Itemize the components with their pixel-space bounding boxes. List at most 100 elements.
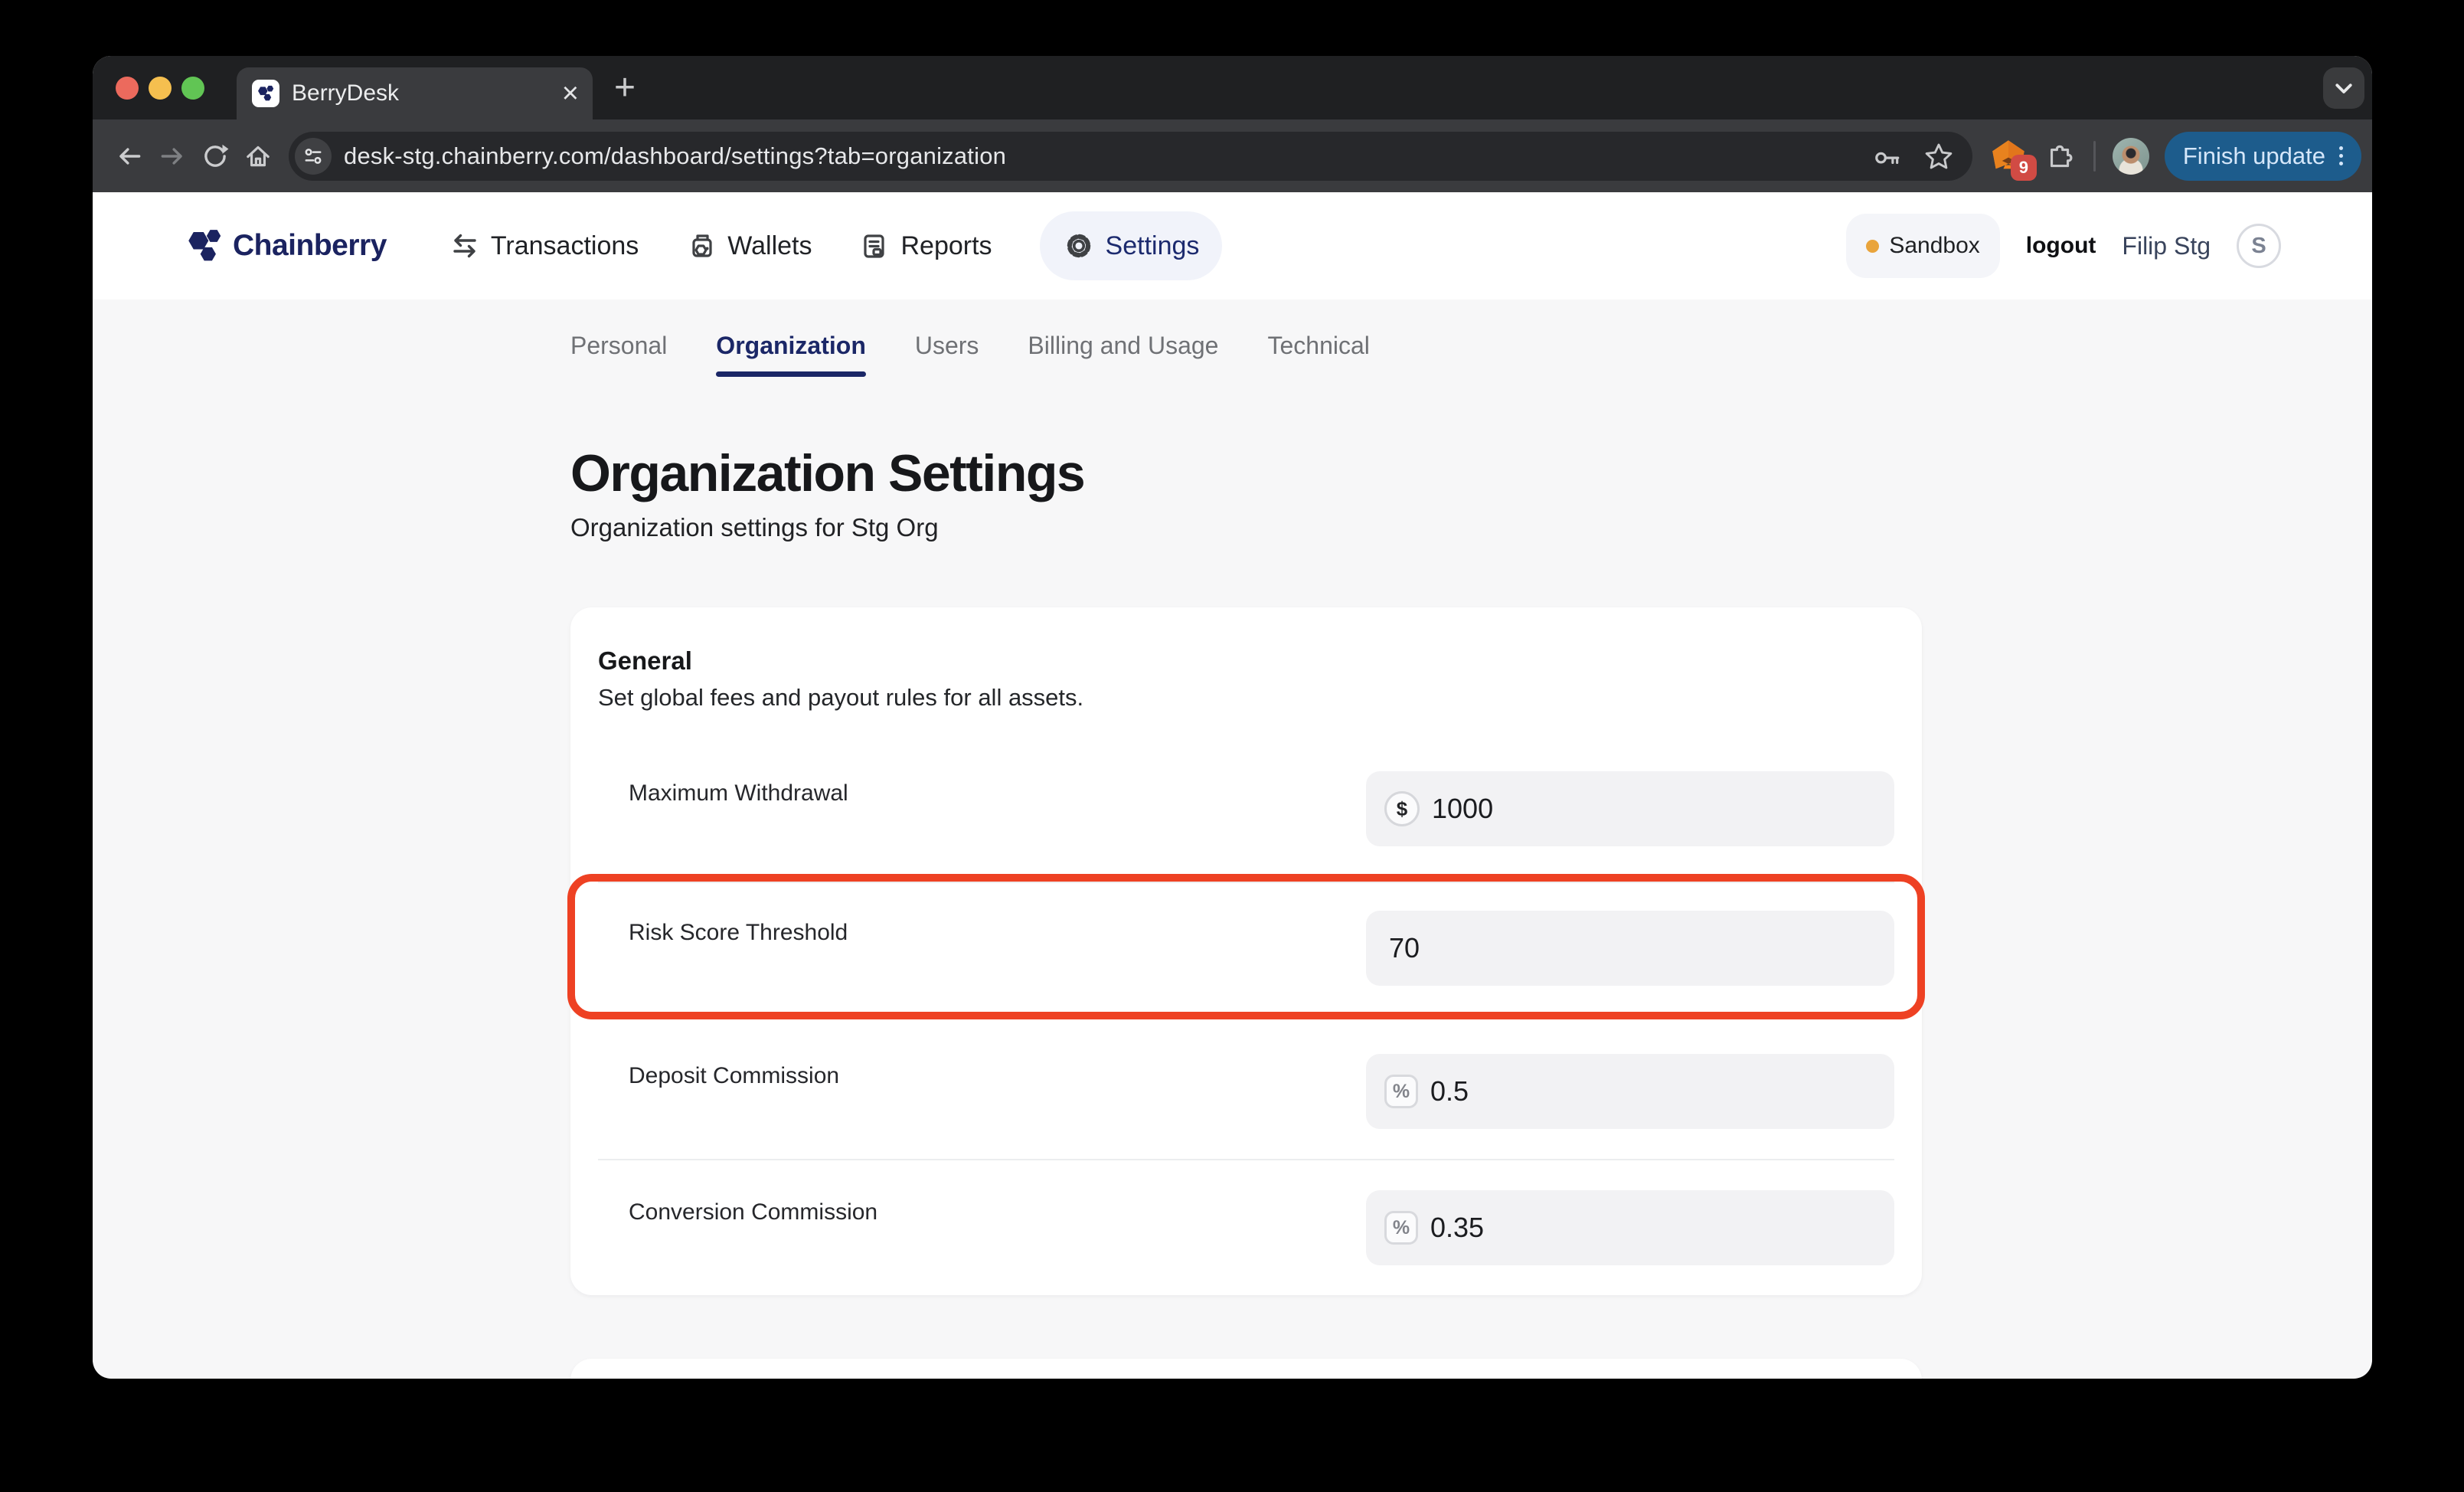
home-icon: [243, 142, 273, 171]
percent-unit-icon: %: [1384, 1211, 1418, 1245]
user-name: Filip Stg: [2122, 232, 2211, 260]
nav-label: Wallets: [727, 231, 812, 261]
finish-update-button[interactable]: Finish update: [2165, 132, 2361, 181]
settings-tabs: Personal Organization Users Billing and …: [570, 332, 2372, 377]
brand-logo[interactable]: Chainberry: [184, 225, 387, 267]
conversion-commission-input[interactable]: % 0.35: [1366, 1190, 1894, 1265]
maximum-withdrawal-input[interactable]: $ 1000: [1366, 771, 1894, 846]
nav-item-reports[interactable]: Reports: [859, 231, 992, 261]
field-row-conversion-commission: Conversion Commission % 0.35: [598, 1190, 1894, 1265]
tab-organization[interactable]: Organization: [716, 332, 866, 377]
browser-menu-icon[interactable]: [2339, 146, 2343, 165]
tab-search-button[interactable]: [2323, 67, 2364, 109]
traffic-lights: [116, 77, 204, 100]
password-manager-button[interactable]: [1873, 142, 1902, 171]
browser-profile-avatar[interactable]: [2113, 138, 2149, 175]
report-document-icon: [859, 231, 890, 261]
app-header: Chainberry Transactions: [93, 192, 2372, 299]
field-value: 1000: [1432, 793, 1493, 825]
tab-technical[interactable]: Technical: [1267, 332, 1369, 377]
avatar-initial: S: [2251, 234, 2266, 259]
nav-item-settings[interactable]: Settings: [1040, 211, 1223, 280]
url-bar[interactable]: desk-stg.chainberry.com/dashboard/settin…: [289, 132, 1972, 181]
close-window-button[interactable]: [116, 77, 139, 100]
card-description: Set global fees and payout rules for all…: [598, 682, 1894, 712]
gear-icon: [1063, 230, 1095, 262]
field-label: Risk Score Threshold: [598, 920, 848, 946]
tab-label: Billing and Usage: [1028, 332, 1218, 359]
berrydesk-favicon-icon: [252, 80, 279, 107]
nav-item-transactions[interactable]: Transactions: [449, 231, 639, 261]
site-settings-button[interactable]: [295, 138, 332, 175]
forward-button[interactable]: [151, 135, 194, 178]
environment-label: Sandbox: [1889, 233, 1979, 259]
tab-label: Personal: [570, 332, 667, 359]
site-controls-icon: [302, 146, 324, 167]
tab-title: BerryDesk: [292, 80, 399, 106]
tab-label: Users: [915, 332, 979, 359]
dollar-unit-icon: $: [1384, 791, 1420, 826]
url-text[interactable]: desk-stg.chainberry.com/dashboard/settin…: [344, 142, 1006, 170]
browser-tab[interactable]: BerryDesk ×: [237, 67, 593, 119]
reload-icon: [201, 142, 230, 171]
bookmark-star-button[interactable]: [1923, 141, 1954, 172]
wallet-icon: [686, 231, 717, 261]
active-tab-underline: [716, 371, 866, 377]
home-button[interactable]: [237, 135, 279, 178]
brand-wordmark: Chainberry: [233, 229, 387, 263]
main-nav: Transactions Wallets: [449, 211, 1223, 280]
page-title: Organization Settings: [570, 444, 2372, 502]
percent-unit-icon: %: [1384, 1075, 1418, 1108]
field-row-risk-score-threshold: Risk Score Threshold 70: [598, 911, 1894, 986]
nav-item-wallets[interactable]: Wallets: [686, 231, 812, 261]
close-tab-icon[interactable]: ×: [562, 79, 579, 108]
forward-arrow-icon: [158, 142, 187, 171]
minimize-window-button[interactable]: [149, 77, 172, 100]
tab-users[interactable]: Users: [915, 332, 979, 377]
nav-label: Settings: [1106, 231, 1200, 261]
field-label: Deposit Commission: [598, 1063, 839, 1089]
settings-rows: Maximum Withdrawal $ 1000 Risk Score Thr…: [598, 771, 1894, 1265]
nav-label: Transactions: [491, 231, 639, 261]
back-button[interactable]: [108, 135, 151, 178]
row-divider: [598, 882, 1894, 883]
environment-status-dot: [1866, 240, 1879, 253]
general-settings-card: General Set global fees and payout rules…: [570, 607, 1922, 1295]
chevron-down-icon: [2332, 77, 2355, 100]
risk-score-threshold-input[interactable]: 70: [1366, 911, 1894, 986]
field-value: 70: [1389, 932, 1420, 964]
user-avatar[interactable]: S: [2237, 224, 2281, 268]
key-icon: [1873, 142, 1902, 171]
header-right: Sandbox logout Filip Stg S: [1846, 214, 2281, 278]
field-row-deposit-commission: Deposit Commission % 0.5: [598, 1054, 1894, 1129]
new-tab-button[interactable]: +: [614, 70, 636, 106]
row-divider: [598, 1159, 1894, 1160]
toolbar-separator: [2093, 141, 2096, 172]
tab-personal[interactable]: Personal: [570, 332, 667, 377]
tab-label: Organization: [716, 332, 866, 359]
back-arrow-icon: [115, 142, 144, 171]
zoom-window-button[interactable]: [181, 77, 204, 100]
extensions-button[interactable]: [2043, 140, 2075, 172]
logout-button[interactable]: logout: [2026, 233, 2096, 259]
deposit-commission-input[interactable]: % 0.5: [1366, 1054, 1894, 1129]
reload-button[interactable]: [194, 135, 237, 178]
field-label: Conversion Commission: [598, 1199, 877, 1225]
field-label: Maximum Withdrawal: [598, 780, 848, 807]
tab-billing-and-usage[interactable]: Billing and Usage: [1028, 332, 1218, 377]
page-subtitle: Organization settings for Stg Org: [570, 512, 2372, 543]
browser-window: BerryDesk × +: [93, 56, 2372, 1379]
environment-badge[interactable]: Sandbox: [1846, 214, 1999, 278]
next-settings-card-partial: [570, 1359, 1922, 1379]
browser-toolbar: desk-stg.chainberry.com/dashboard/settin…: [93, 119, 2372, 192]
tab-strip: BerryDesk × +: [93, 56, 2372, 119]
puzzle-piece-icon: [2043, 140, 2075, 172]
tab-label: Technical: [1267, 332, 1369, 359]
metamask-extension-button[interactable]: 9: [1991, 139, 2026, 173]
field-row-maximum-withdrawal: Maximum Withdrawal $ 1000: [598, 771, 1894, 846]
field-value: 0.35: [1430, 1212, 1484, 1244]
nav-label: Reports: [900, 231, 992, 261]
field-value: 0.5: [1430, 1075, 1469, 1108]
card-heading: General: [598, 646, 1894, 676]
star-icon: [1923, 141, 1954, 172]
